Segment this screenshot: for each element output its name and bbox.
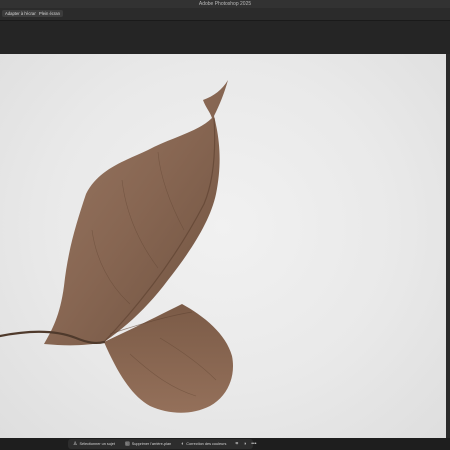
mask-circle-icon[interactable]: ◑: [242, 441, 247, 448]
window-title: Adobe Photoshop 2025: [198, 1, 252, 7]
color-adjust-button[interactable]: ◐ Correction des couleurs: [179, 441, 228, 448]
color-adjust-icon: ◐: [181, 440, 185, 447]
remove-background-button[interactable]: ▧ Supprimer l'arrière-plan: [123, 441, 173, 448]
document-tab-strip: [0, 21, 450, 54]
fit-screen-button[interactable]: Adapter à l'écran: [2, 10, 40, 17]
crop-icon[interactable]: ⌗: [234, 441, 239, 448]
more-icon[interactable]: •••: [250, 441, 257, 448]
select-subject-button[interactable]: ♙ Sélectionner un sujet: [71, 441, 117, 448]
full-screen-button[interactable]: Plein écran: [36, 10, 63, 17]
person-icon: ♙: [73, 440, 78, 447]
contextual-taskbar: ♙ Sélectionner un sujet ▧ Supprimer l'ar…: [68, 439, 257, 449]
bottom-bar: ♙ Sélectionner un sujet ▧ Supprimer l'ar…: [0, 438, 450, 450]
vertical-scrollbar[interactable]: [446, 54, 450, 438]
dried-leaf-photo: [0, 80, 234, 413]
options-bar: Adapter à l'écran Plein écran: [0, 8, 450, 21]
window-title-bar: Adobe Photoshop 2025: [0, 0, 450, 8]
remove-background-icon: ▧: [124, 440, 130, 447]
document-canvas-area[interactable]: [0, 54, 450, 438]
document-image[interactable]: [0, 54, 446, 438]
